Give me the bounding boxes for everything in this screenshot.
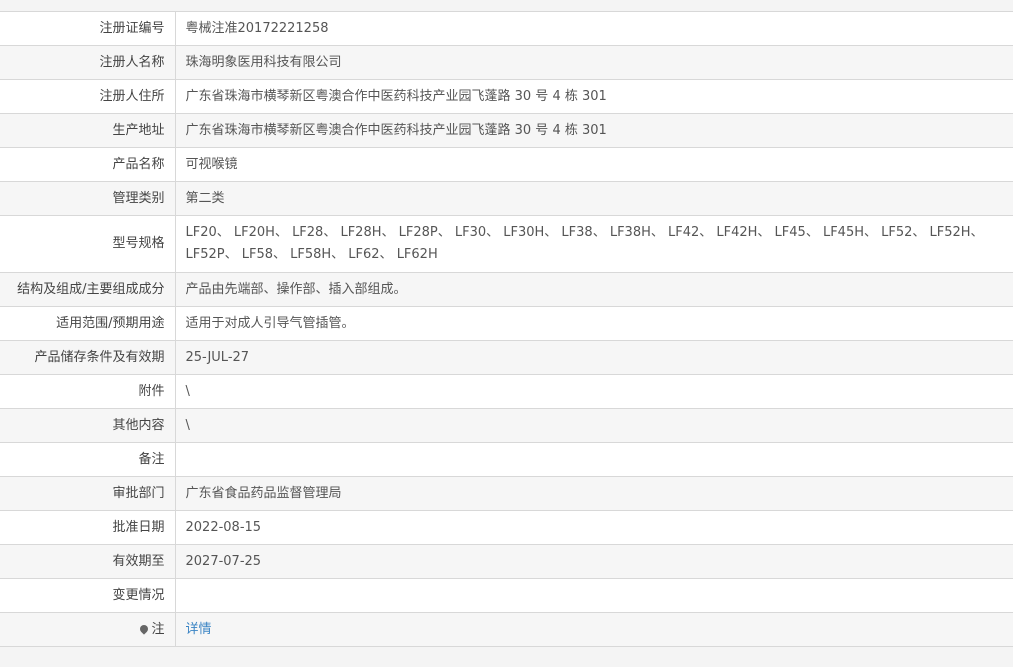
table-row: 有效期至 2027-07-25 <box>0 544 1013 579</box>
row-value: 广东省食品药品监督管理局 <box>175 476 1013 511</box>
table-row: 型号规格 LF20、 LF20H、 LF28、 LF28H、 LF28P、 LF… <box>0 215 1013 273</box>
table-row: 结构及组成/主要组成成分 产品由先端部、操作部、插入部组成。 <box>0 272 1013 307</box>
row-value: 第二类 <box>175 181 1013 216</box>
table-row: 批准日期 2022-08-15 <box>0 510 1013 545</box>
table-row: 备注 <box>0 442 1013 477</box>
row-value: 产品由先端部、操作部、插入部组成。 <box>175 272 1013 307</box>
table-row: 其他内容 \ <box>0 408 1013 443</box>
table-row: 产品名称 可视喉镜 <box>0 147 1013 182</box>
row-label: 注册证编号 <box>0 11 176 46</box>
row-value: 详情 <box>175 612 1013 647</box>
row-value: 2027-07-25 <box>175 544 1013 579</box>
row-value: \ <box>175 408 1013 443</box>
table-row: 注 详情 <box>0 612 1013 647</box>
registration-detail-page: 注册证编号 粤械注准20172221258 注册人名称 珠海明象医用科技有限公司… <box>0 11 1013 667</box>
table-row: 产品储存条件及有效期 25-JUL-27 <box>0 340 1013 375</box>
row-label: 注 <box>151 621 165 637</box>
table-row: 审批部门 广东省食品药品监督管理局 <box>0 476 1013 511</box>
row-value <box>175 578 1013 613</box>
table-row: 生产地址 广东省珠海市横琴新区粤澳合作中医药科技产业园飞蓬路 30 号 4 栋 … <box>0 113 1013 148</box>
note-label-cell: 注 <box>0 612 176 647</box>
row-value: LF20、 LF20H、 LF28、 LF28H、 LF28P、 LF30、 L… <box>175 215 1013 273</box>
row-label: 批准日期 <box>0 510 176 545</box>
row-value: 2022-08-15 <box>175 510 1013 545</box>
row-value: 适用于对成人引导气管插管。 <box>175 306 1013 341</box>
row-value: \ <box>175 374 1013 409</box>
row-value <box>175 442 1013 477</box>
table-row: 注册证编号 粤械注准20172221258 <box>0 11 1013 46</box>
row-label: 产品储存条件及有效期 <box>0 340 176 375</box>
row-label: 结构及组成/主要组成成分 <box>0 272 176 307</box>
row-label: 审批部门 <box>0 476 176 511</box>
row-value: 25-JUL-27 <box>175 340 1013 375</box>
row-label: 适用范围/预期用途 <box>0 306 176 341</box>
row-value: 可视喉镜 <box>175 147 1013 182</box>
row-value: 珠海明象医用科技有限公司 <box>175 45 1013 80</box>
table-row: 注册人名称 珠海明象医用科技有限公司 <box>0 45 1013 80</box>
table-row: 注册人住所 广东省珠海市横琴新区粤澳合作中医药科技产业园飞蓬路 30 号 4 栋… <box>0 79 1013 114</box>
table-row: 变更情况 <box>0 578 1013 613</box>
table-row: 管理类别 第二类 <box>0 181 1013 216</box>
row-label: 注册人名称 <box>0 45 176 80</box>
details-link[interactable]: 详情 <box>186 622 212 637</box>
table-row: 附件 \ <box>0 374 1013 409</box>
row-label: 变更情况 <box>0 578 176 613</box>
row-label: 有效期至 <box>0 544 176 579</box>
row-label: 生产地址 <box>0 113 176 148</box>
row-label: 其他内容 <box>0 408 176 443</box>
row-value: 粤械注准20172221258 <box>175 11 1013 46</box>
registration-info-table: 注册证编号 粤械注准20172221258 注册人名称 珠海明象医用科技有限公司… <box>0 11 1013 647</box>
table-row: 适用范围/预期用途 适用于对成人引导气管插管。 <box>0 306 1013 341</box>
row-label: 附件 <box>0 374 176 409</box>
row-label: 注册人住所 <box>0 79 176 114</box>
row-label: 管理类别 <box>0 181 176 216</box>
row-value: 广东省珠海市横琴新区粤澳合作中医药科技产业园飞蓬路 30 号 4 栋 301 <box>175 113 1013 148</box>
row-label: 产品名称 <box>0 147 176 182</box>
row-label: 型号规格 <box>0 215 176 273</box>
row-label: 备注 <box>0 442 176 477</box>
row-value: 广东省珠海市横琴新区粤澳合作中医药科技产业园飞蓬路 30 号 4 栋 301 <box>175 79 1013 114</box>
pin-icon <box>138 622 151 635</box>
